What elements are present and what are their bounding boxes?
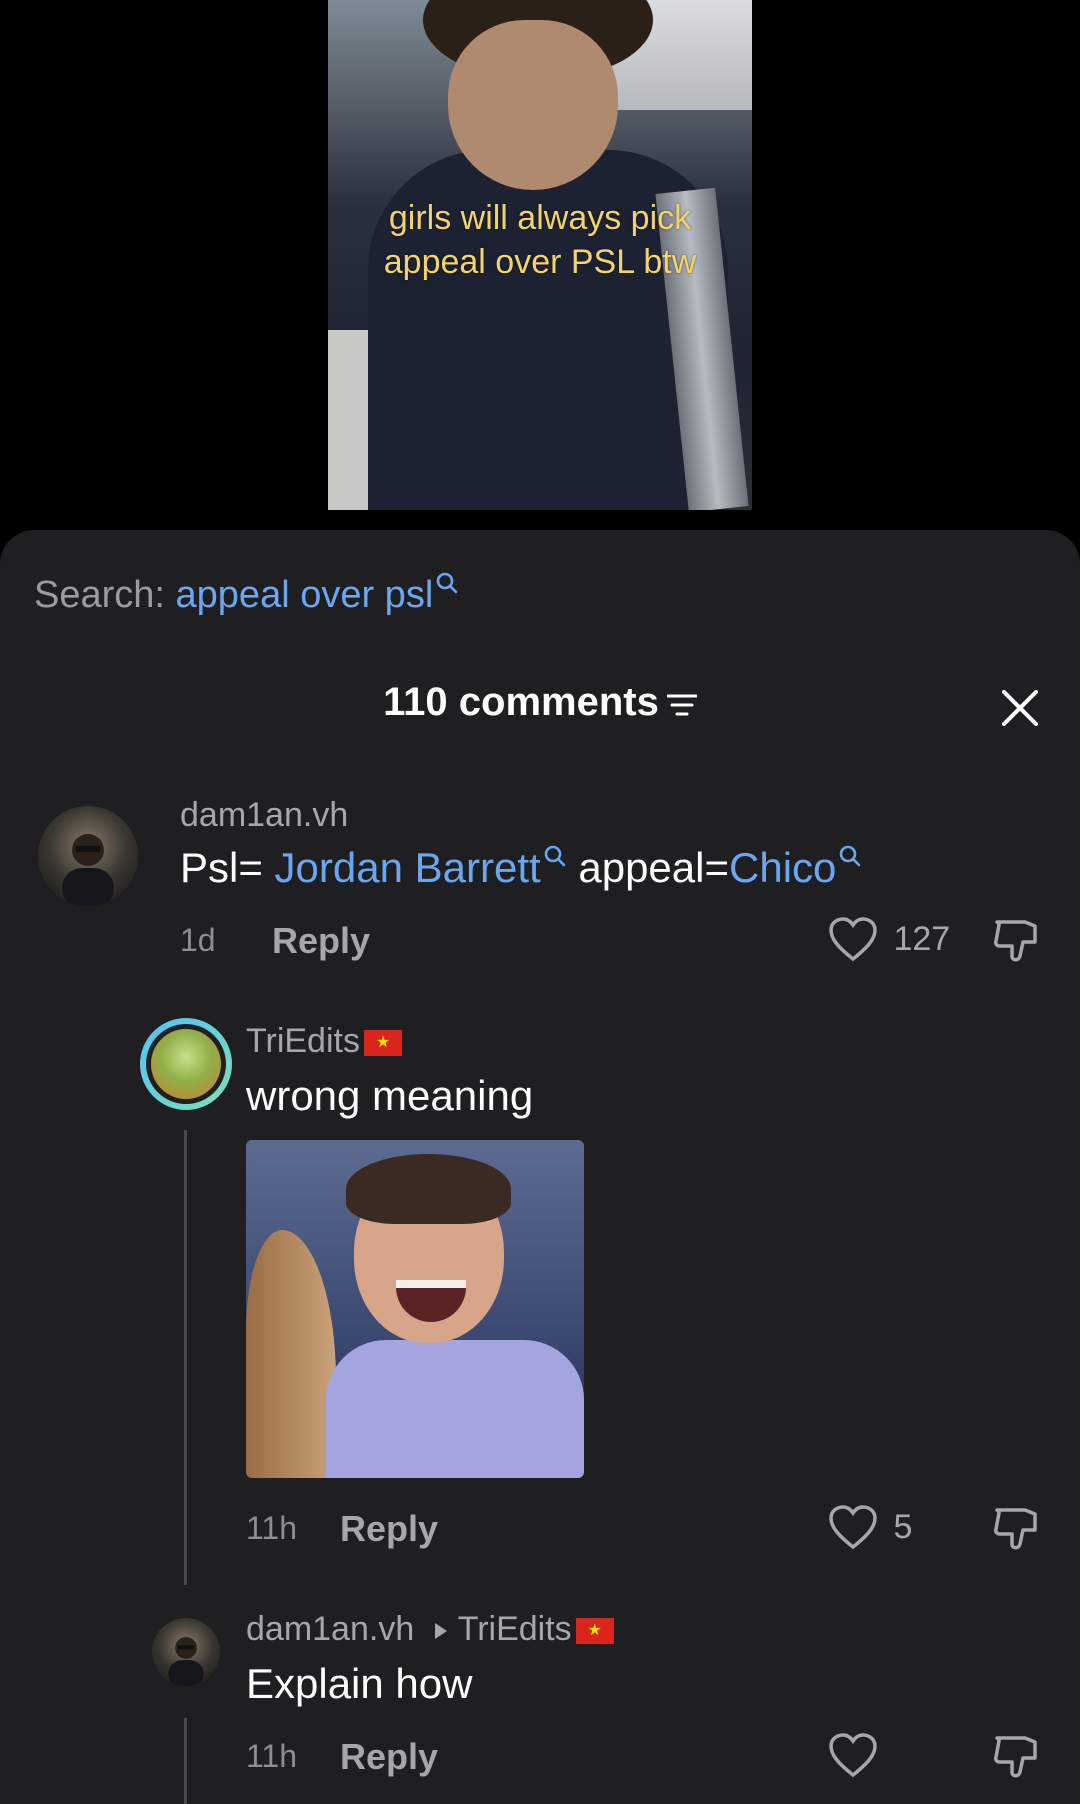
video-caption: girls will always pick appeal over PSL b…: [383, 199, 697, 281]
vietnam-flag-icon: [363, 1030, 402, 1057]
search-link[interactable]: Chico: [729, 844, 836, 891]
avatar[interactable]: [152, 1618, 220, 1686]
comment-text: wrong meaning: [246, 1072, 534, 1119]
reply-to-username[interactable]: TriEdits: [458, 1610, 572, 1648]
thread-line: [184, 1718, 187, 1804]
like-button[interactable]: [828, 1732, 878, 1778]
gif-detail: [326, 1340, 584, 1478]
comments-count: 110 comments: [383, 680, 659, 724]
comment-text: Psl= Jordan Barrett appeal=Chico: [180, 844, 862, 892]
reply-button[interactable]: Reply: [340, 1736, 438, 1778]
avatar[interactable]: [140, 1018, 232, 1110]
heart-outline-icon: [829, 917, 877, 962]
comment-username[interactable]: dam1an.vh: [180, 796, 348, 835]
like-count: 5: [893, 1507, 913, 1546]
thumbs-down-icon[interactable]: [992, 916, 1042, 964]
search-label: Search:: [34, 574, 165, 616]
comment-username[interactable]: TriEdits: [246, 1022, 402, 1061]
thread-line: [184, 1130, 187, 1585]
thumbs-down-icon[interactable]: [992, 1504, 1042, 1552]
like-button[interactable]: 5: [828, 1504, 912, 1550]
comment-username[interactable]: dam1an.vh TriEdits: [246, 1610, 614, 1649]
like-button[interactable]: 127: [828, 916, 950, 962]
video-person-face: [448, 20, 618, 190]
triangle-right-icon: [434, 1623, 447, 1640]
gif-detail: [346, 1154, 511, 1224]
search-term[interactable]: appeal over psl: [176, 574, 434, 616]
vietnam-flag-icon: [575, 1618, 614, 1645]
magnifier-icon: [543, 830, 567, 878]
comment-time: 11h: [246, 1510, 298, 1546]
heart-outline-icon: [829, 1733, 877, 1778]
search-suggestion[interactable]: Search: appeal over psl: [34, 572, 458, 617]
comment-gif-image[interactable]: [246, 1140, 584, 1478]
username-text: dam1an.vh: [246, 1610, 415, 1648]
comments-header: 110 comments: [0, 680, 1080, 725]
heart-outline-icon: [829, 1505, 877, 1550]
magnifier-icon: [838, 830, 862, 878]
search-link[interactable]: Jordan Barrett: [275, 844, 541, 891]
thumbs-down-icon[interactable]: [992, 1732, 1042, 1780]
username-text: TriEdits: [246, 1022, 360, 1060]
video-thumbnail[interactable]: girls will always pick appeal over PSL b…: [328, 0, 752, 510]
magnifier-icon: [435, 562, 459, 605]
gif-detail: [246, 1230, 336, 1478]
like-count: 127: [893, 919, 951, 958]
comment-text-part: appeal=: [578, 844, 730, 891]
filter-lines-icon[interactable]: [666, 682, 698, 716]
comment-time: 1d: [180, 922, 216, 958]
reply-button[interactable]: Reply: [340, 1508, 438, 1550]
avatar[interactable]: [38, 806, 138, 906]
reply-button[interactable]: Reply: [272, 920, 370, 962]
comment-text-part: Psl=: [180, 844, 263, 891]
comment-text: Explain how: [246, 1660, 473, 1707]
close-icon[interactable]: [1000, 688, 1040, 728]
comment-time: 11h: [246, 1738, 298, 1774]
